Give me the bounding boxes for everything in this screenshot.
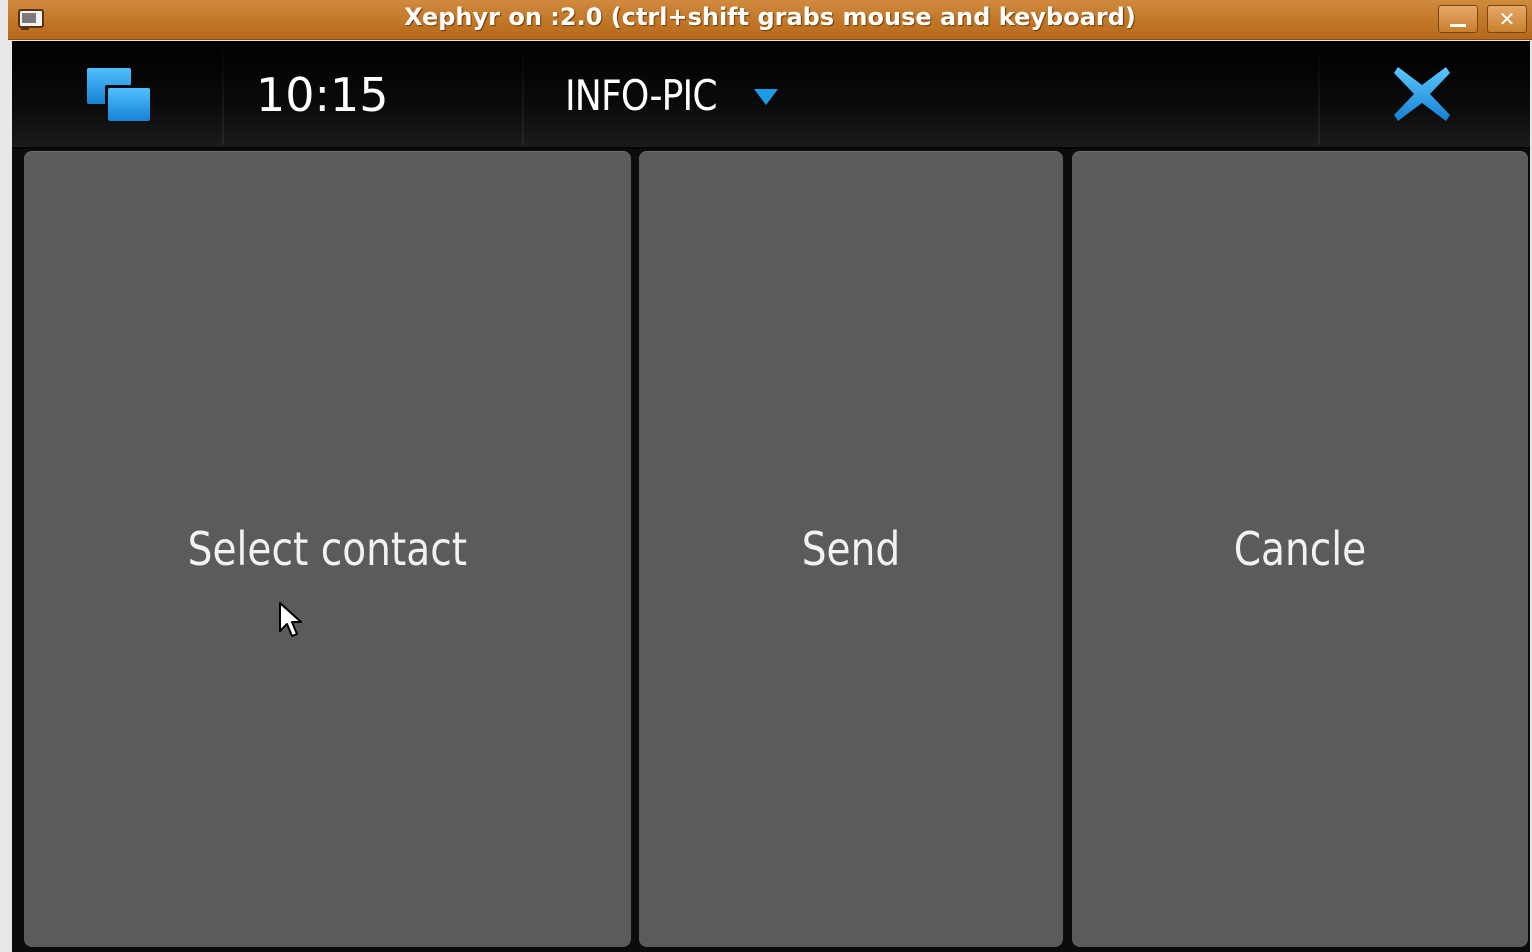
xephyr-window: Xephyr on :2.0 (ctrl+shift grabs mouse a… [0, 0, 1532, 952]
status-separator [522, 41, 524, 145]
select-contact-button[interactable]: Select contact [24, 151, 631, 947]
window-titlebar[interactable]: Xephyr on :2.0 (ctrl+shift grabs mouse a… [8, 0, 1532, 40]
cancel-button[interactable]: Cancle [1072, 151, 1528, 947]
app-menu-label: INFO-PIC [565, 70, 718, 120]
mouse-pointer-icon [279, 602, 302, 637]
window-close-button[interactable]: ✕ [1487, 5, 1527, 33]
select-contact-label: Select contact [187, 522, 468, 576]
close-icon[interactable] [1392, 65, 1452, 123]
send-button[interactable]: Send [639, 151, 1063, 947]
window-title: Xephyr on :2.0 (ctrl+shift grabs mouse a… [404, 3, 1136, 31]
cancel-label: Cancle [1233, 522, 1367, 576]
status-separator [222, 41, 224, 145]
device-screen: 10:15 INFO-PIC Select contact Send Cancl… [12, 41, 1530, 952]
send-label: Send [801, 522, 901, 576]
minimize-button[interactable] [1438, 5, 1478, 33]
clock-time: 10:15 [256, 68, 389, 122]
minimize-icon [1450, 23, 1466, 27]
status-bar: 10:15 INFO-PIC [12, 41, 1530, 149]
status-separator [1318, 41, 1320, 145]
dropdown-arrow-icon [754, 89, 778, 105]
task-switcher-icon[interactable] [86, 67, 152, 123]
app-menu-dropdown[interactable]: INFO-PIC [565, 65, 778, 125]
